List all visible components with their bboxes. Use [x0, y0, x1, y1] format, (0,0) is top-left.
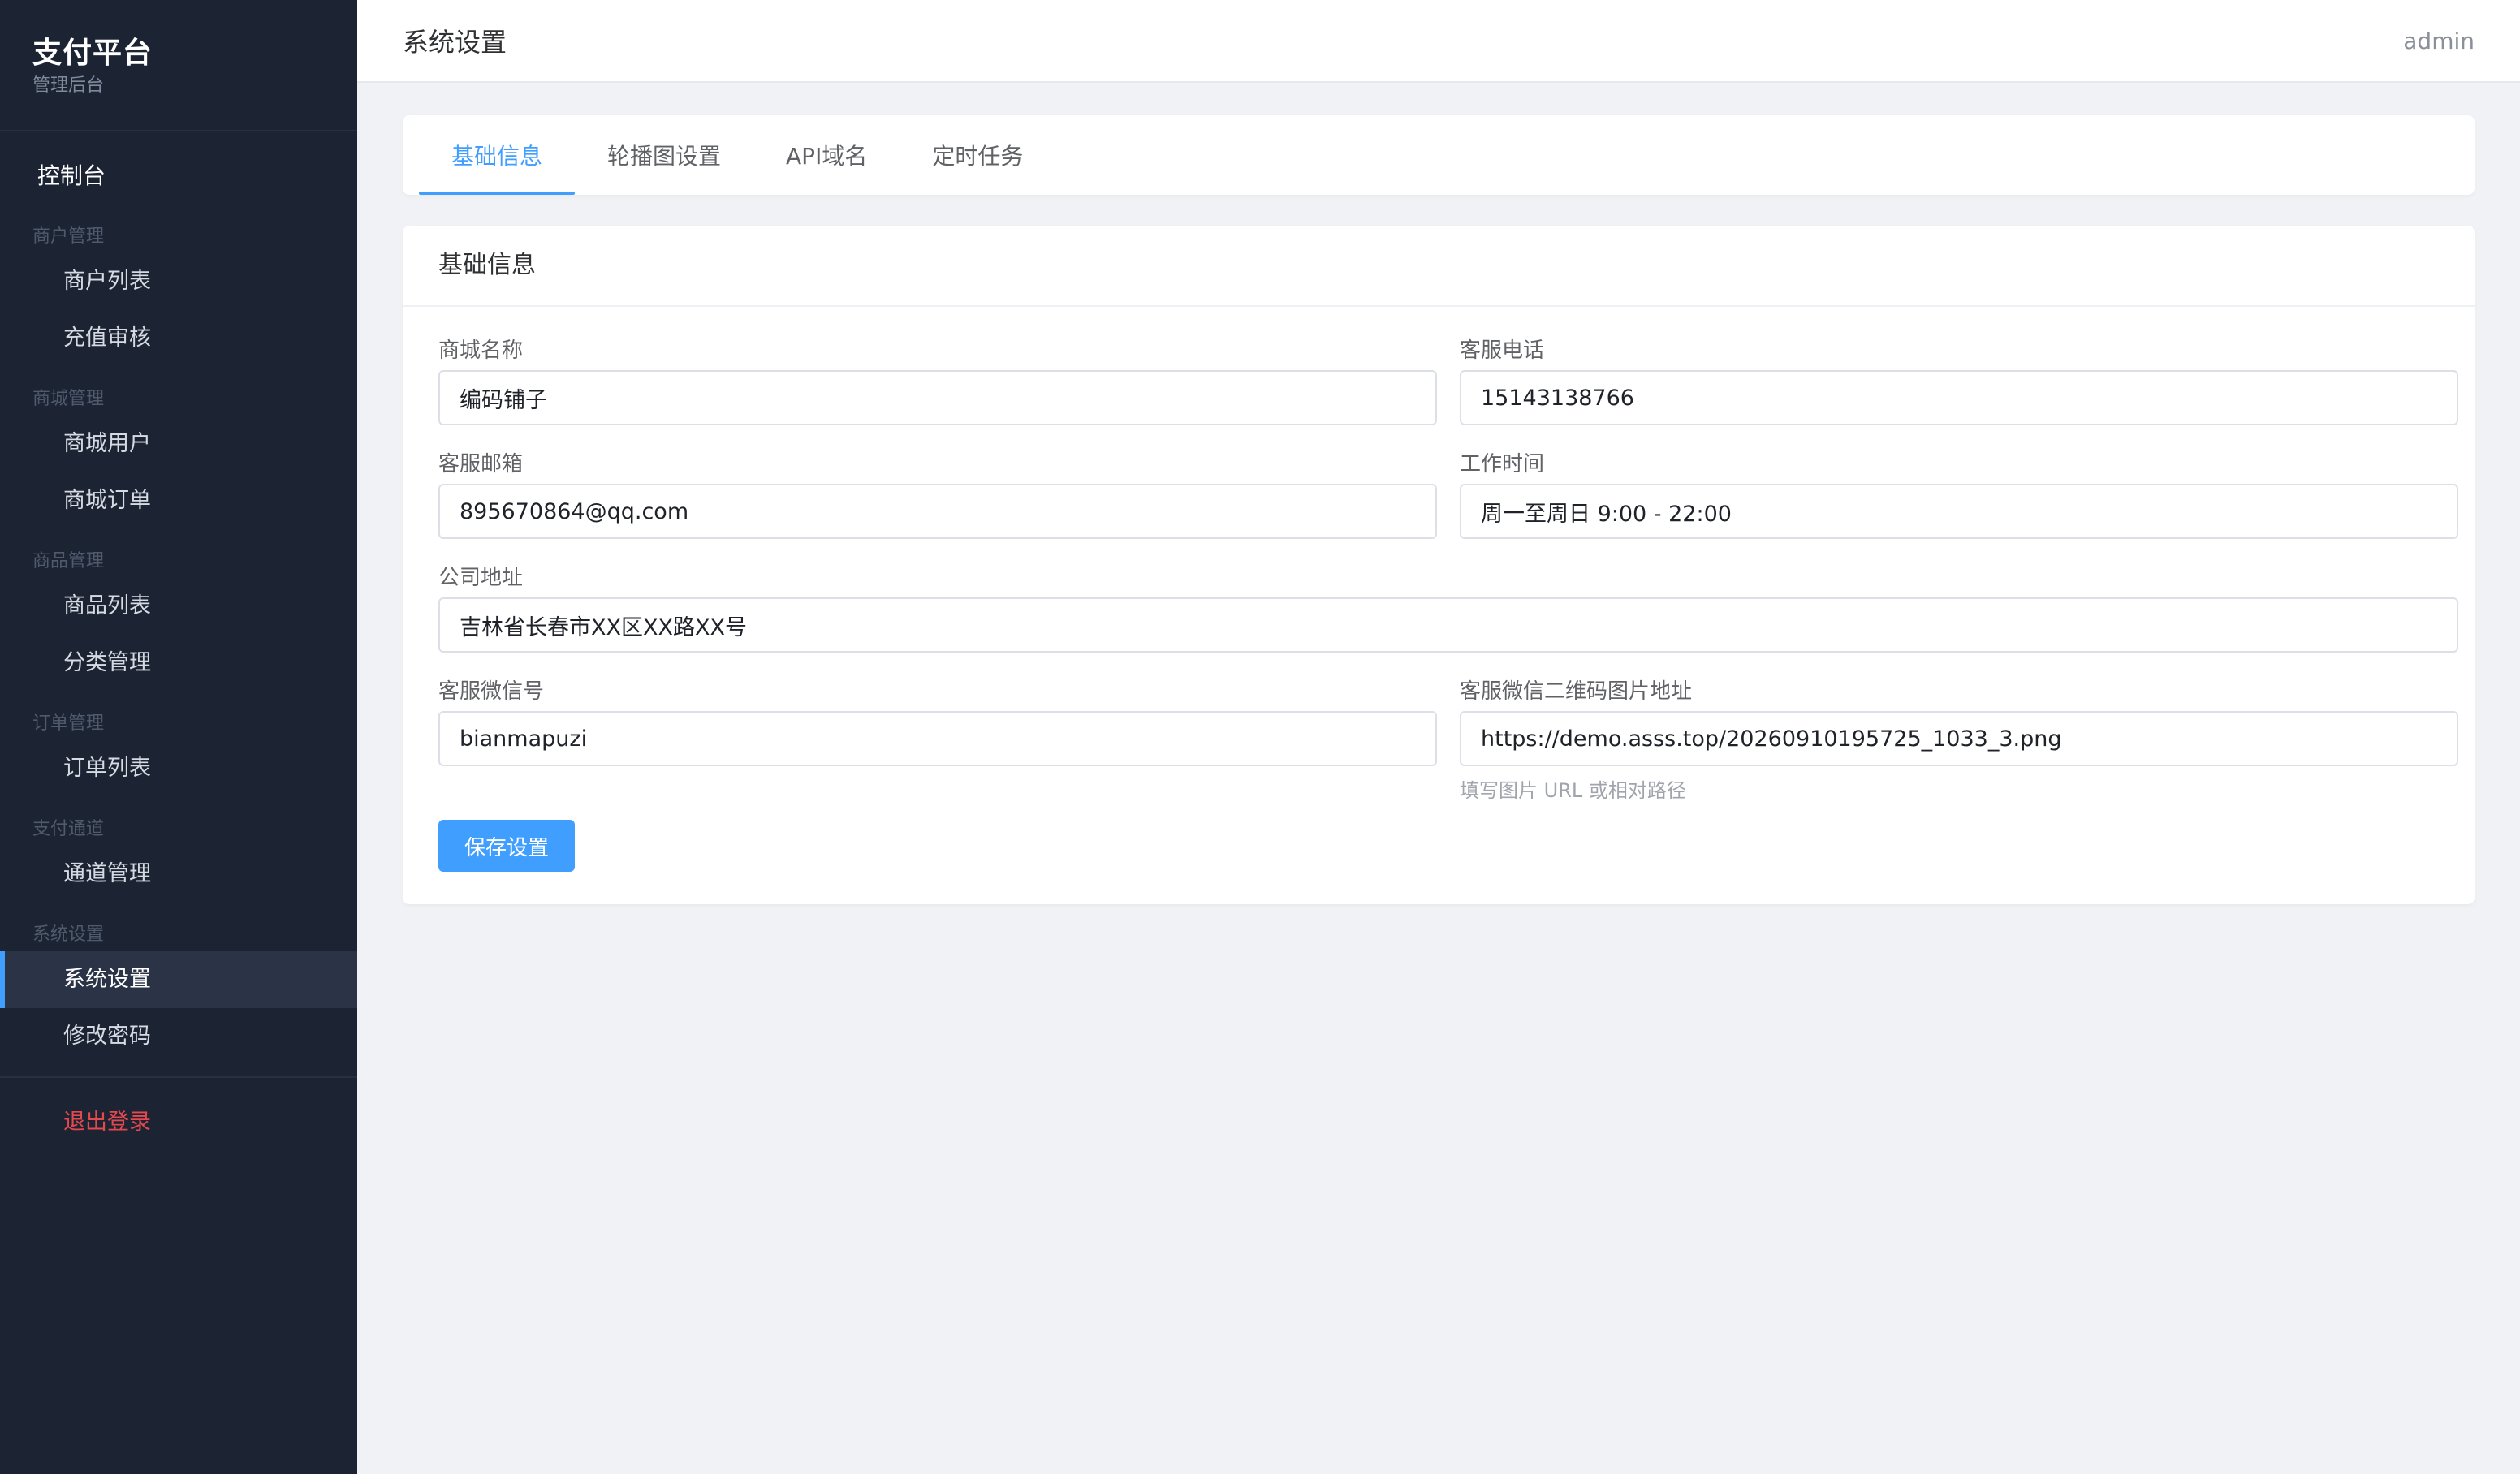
sidebar-item-recharge-review[interactable]: 充值审核: [0, 310, 357, 367]
sidebar-item-mall-orders[interactable]: 商城订单: [0, 472, 357, 529]
work-time-input[interactable]: [1460, 484, 2458, 539]
work-time-label: 工作时间: [1460, 452, 1545, 476]
company-address-input[interactable]: [438, 597, 2458, 653]
app-root: 支付平台 管理后台 控制台 商户管理 商户列表 充值审核 商城管理 商城用户 商…: [0, 0, 2520, 1474]
tab-api-domain[interactable]: API域名: [753, 115, 900, 195]
sidebar-item-product-list[interactable]: 商品列表: [0, 578, 357, 635]
company-address-field: 公司地址: [438, 563, 2458, 653]
service-phone-input[interactable]: [1460, 370, 2458, 425]
sidebar-group-system-settings: 系统设置: [32, 924, 105, 945]
sidebar-group-products: 商品管理: [32, 551, 105, 571]
main-content: 系统设置 admin 基础信息 轮播图设置 API域名 定时任务 基础信息 商城…: [357, 0, 2520, 1474]
service-phone-label: 客服电话: [1460, 338, 1545, 363]
sidebar-item-channel-management[interactable]: 通道管理: [0, 846, 357, 903]
sidebar-group-orders: 订单管理: [32, 713, 105, 734]
wechat-qr-url-hint: 填写图片 URL 或相对路径: [1460, 779, 1686, 802]
wechat-qr-url-field: 客服微信二维码图片地址 填写图片 URL 或相对路径: [1460, 677, 2458, 803]
brand: 支付平台 管理后台: [0, 0, 357, 131]
page-title: 系统设置: [403, 27, 507, 58]
sidebar-item-category-management[interactable]: 分类管理: [0, 635, 357, 692]
sidebar-item-system-settings[interactable]: 系统设置: [0, 951, 357, 1008]
logout-button[interactable]: 退出登录: [0, 1094, 357, 1151]
service-phone-field: 客服电话: [1460, 336, 2458, 425]
sidebar-group-merchant: 商户管理: [32, 226, 105, 247]
service-email-field: 客服邮箱: [438, 450, 1437, 539]
save-settings-button[interactable]: 保存设置: [438, 820, 575, 872]
form-section-title: 基础信息: [403, 226, 2475, 307]
tab-basic-info[interactable]: 基础信息: [419, 115, 576, 195]
tab-carousel-settings[interactable]: 轮播图设置: [575, 115, 753, 195]
tab-scheduled-tasks[interactable]: 定时任务: [900, 115, 1055, 195]
sidebar-item-change-password[interactable]: 修改密码: [0, 1008, 357, 1065]
sidebar-item-merchant-list[interactable]: 商户列表: [0, 253, 357, 310]
service-wechat-input[interactable]: [438, 711, 1437, 766]
top-header: 系统设置 admin: [357, 0, 2520, 83]
shop-name-label: 商城名称: [438, 338, 524, 363]
shop-name-input[interactable]: [438, 370, 1437, 425]
sidebar-group-mall: 商城管理: [32, 389, 105, 409]
sidebar-item-dashboard[interactable]: 控制台: [0, 148, 357, 205]
brand-subtitle: 管理后台: [32, 75, 105, 96]
sidebar-item-mall-users[interactable]: 商城用户: [0, 416, 357, 472]
work-time-field: 工作时间: [1460, 450, 2458, 539]
company-address-label: 公司地址: [438, 566, 524, 590]
sidebar-divider: [0, 1076, 357, 1078]
shop-name-field: 商城名称: [438, 336, 1437, 425]
brand-title: 支付平台: [32, 37, 153, 70]
service-email-label: 客服邮箱: [438, 452, 524, 476]
service-email-input[interactable]: [438, 484, 1437, 539]
sidebar: 支付平台 管理后台 控制台 商户管理 商户列表 充值审核 商城管理 商城用户 商…: [0, 0, 357, 1474]
service-wechat-field: 客服微信号: [438, 677, 1437, 766]
sidebar-item-order-list[interactable]: 订单列表: [0, 740, 357, 797]
sidebar-group-payment-channels: 支付通道: [32, 819, 105, 839]
service-wechat-label: 客服微信号: [438, 679, 545, 704]
user-name[interactable]: admin: [2403, 28, 2475, 54]
wechat-qr-url-label: 客服微信二维码图片地址: [1460, 679, 1693, 704]
basic-info-form: 基础信息 商城名称 客服电话 客服邮箱 工作时间 公司地址: [403, 226, 2475, 904]
wechat-qr-url-input[interactable]: [1460, 711, 2458, 766]
settings-tabs: 基础信息 轮播图设置 API域名 定时任务: [403, 115, 2475, 195]
